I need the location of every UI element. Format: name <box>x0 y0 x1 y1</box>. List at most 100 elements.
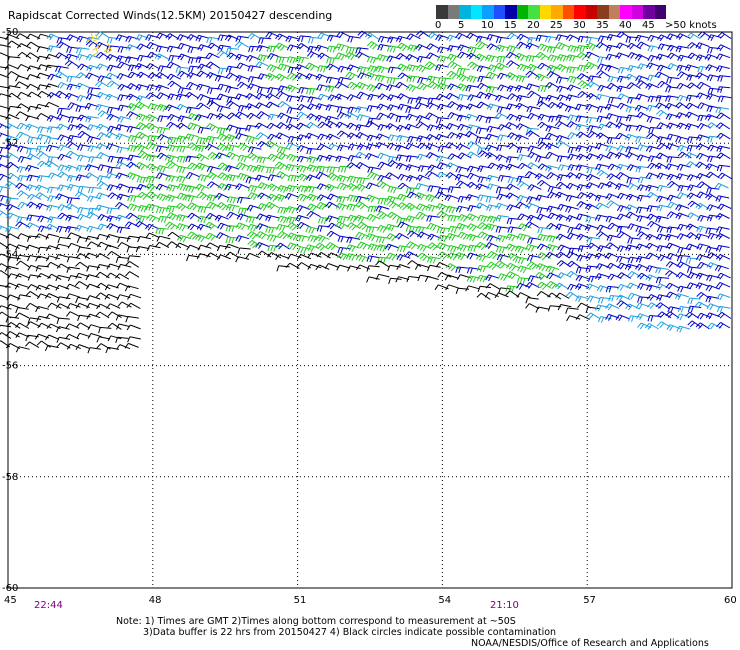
wind-barb-feather <box>501 46 505 53</box>
wind-barb-feather <box>319 134 324 141</box>
wind-barb-feather <box>97 110 103 116</box>
wind-barb-feather <box>548 153 553 159</box>
wind-barb-shaft <box>628 177 640 180</box>
wind-barb-feather <box>530 146 534 153</box>
wind-barb <box>387 66 402 74</box>
wind-barb-feather <box>640 64 644 71</box>
wind-barb-shaft <box>637 165 649 169</box>
wind-barb <box>45 83 60 90</box>
wind-barb-feather <box>359 67 363 73</box>
wind-barb-feather <box>498 155 503 162</box>
wind-barb <box>176 165 190 174</box>
wind-barb <box>295 56 309 64</box>
wind-barb-feather <box>50 187 53 194</box>
wind-barb-feather <box>246 152 252 158</box>
wind-barb-feather <box>350 36 354 43</box>
wind-barb-feather <box>87 87 90 94</box>
wind-barb <box>326 57 340 64</box>
wind-barb-feather <box>281 57 285 64</box>
wind-barb-feather <box>69 76 73 83</box>
wind-barb-feather <box>78 125 84 131</box>
wind-barb-feather <box>240 105 244 112</box>
wind-barb-feather <box>132 105 137 112</box>
wind-barb-feather <box>699 83 704 89</box>
wind-barb-feather <box>109 37 113 44</box>
wind-barb-feather <box>588 183 593 189</box>
wind-barb-feather <box>237 184 243 191</box>
wind-barb-feather <box>467 94 471 101</box>
wind-barb-feather <box>68 152 74 158</box>
wind-barb-feather <box>209 44 215 50</box>
wind-barb <box>477 176 492 183</box>
wind-barb-feather <box>4 152 10 158</box>
wind-barb-feather <box>439 163 444 169</box>
wind-barb-shaft <box>120 46 131 49</box>
wind-barb-shaft <box>30 41 41 49</box>
wind-barb-feather <box>648 134 654 140</box>
wind-barb-feather <box>80 186 84 193</box>
wind-barb-feather <box>312 166 316 173</box>
wind-barb-feather <box>105 72 110 78</box>
wind-barb-feather <box>395 53 401 59</box>
wind-barb <box>216 105 231 113</box>
wind-barb-feather <box>668 114 673 121</box>
wind-barb-feather <box>687 42 693 48</box>
wind-barb <box>436 171 451 179</box>
wind-barb-feather <box>687 113 693 119</box>
wind-barb-shaft <box>39 55 51 59</box>
wind-barb-feather <box>550 103 555 109</box>
wind-barb-feather <box>359 92 364 99</box>
wind-barb <box>715 106 730 114</box>
wind-barb-feather <box>146 42 151 48</box>
wind-barb <box>545 81 560 89</box>
wind-barb <box>225 47 239 55</box>
wind-barb-feather <box>150 74 155 80</box>
wind-barb-feather <box>140 134 146 140</box>
wind-barb-feather <box>540 85 544 92</box>
wind-barb <box>585 153 601 160</box>
wind-barb <box>647 34 662 42</box>
wind-barb-feather <box>168 195 173 202</box>
wind-barb-feather <box>300 96 304 103</box>
wind-barb-feather <box>590 126 594 132</box>
wind-barb-feather <box>165 160 171 166</box>
wind-barb-feather <box>507 177 511 184</box>
wind-barb-feather <box>190 164 195 170</box>
wind-barb-feather <box>20 156 25 163</box>
wind-barb-feather <box>35 192 41 198</box>
wind-barb-shaft <box>429 97 441 100</box>
wind-barb <box>45 137 59 144</box>
wind-barb-feather <box>78 175 82 182</box>
wind-barb-feather <box>552 47 556 54</box>
wind-barb-feather <box>56 37 60 44</box>
wind-barb <box>467 46 482 54</box>
wind-barb-feather <box>367 171 372 178</box>
wind-barb-feather <box>690 54 695 60</box>
wind-barb <box>386 84 400 92</box>
wind-barb-feather <box>357 72 362 79</box>
wind-barb-shaft <box>359 114 371 118</box>
wind-barb-feather <box>95 192 100 199</box>
wind-barb <box>666 156 680 163</box>
wind-barb-feather <box>257 175 262 182</box>
wind-barb-feather <box>249 84 254 91</box>
wind-barb-feather <box>328 77 332 84</box>
wind-barb-feather <box>445 92 451 99</box>
wind-barb-feather <box>617 53 623 60</box>
wind-barb <box>405 54 420 61</box>
wind-barb-feather <box>340 166 344 173</box>
wind-barb <box>56 107 71 115</box>
wind-barb <box>236 196 251 204</box>
wind-barb-feather <box>219 134 224 141</box>
wind-barb-feather <box>656 185 660 192</box>
wind-barb-feather <box>380 125 384 131</box>
wind-barb-feather <box>130 73 135 79</box>
wind-barb-feather <box>460 125 465 131</box>
wind-barb-feather <box>187 162 193 168</box>
wind-barb <box>675 136 690 144</box>
wind-barb-feather <box>110 156 114 163</box>
wind-barb-feather <box>337 166 341 173</box>
wind-barb-feather <box>680 153 685 159</box>
wind-barb <box>575 123 589 131</box>
wind-barb-shaft <box>328 76 340 80</box>
